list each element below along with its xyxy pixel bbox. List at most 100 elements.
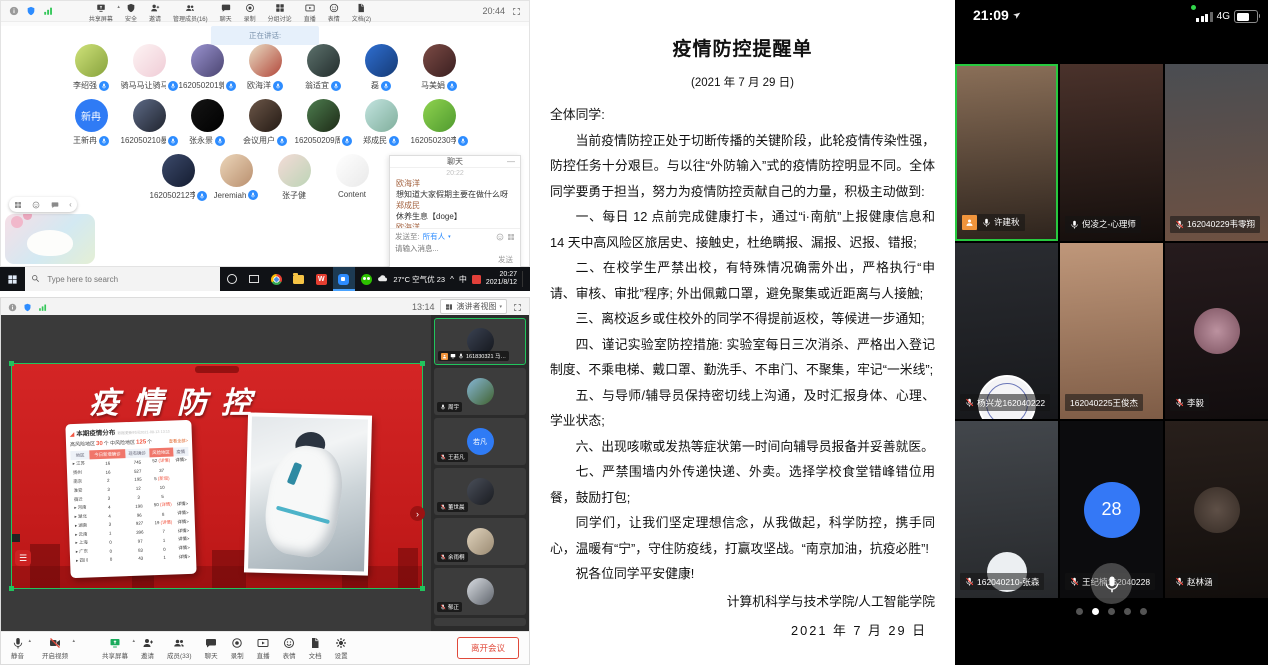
- chat-send-button[interactable]: 发送: [395, 253, 515, 267]
- participant-cell[interactable]: 162050210暴宝…: [120, 99, 178, 146]
- tray-expand-icon[interactable]: ^: [450, 275, 454, 284]
- toolbar-doc-button[interactable]: 文档(2): [352, 3, 371, 23]
- collapse-icon[interactable]: ‹: [69, 200, 72, 209]
- meeting-info-icon[interactable]: [8, 301, 17, 311]
- page-dot[interactable]: [1092, 608, 1099, 615]
- next-slide-arrow[interactable]: ›: [410, 506, 425, 521]
- toolbar-chat-button[interactable]: 聊天: [205, 637, 218, 660]
- participant-cell[interactable]: 翁适宜: [294, 44, 352, 91]
- meeting-info-icon[interactable]: [9, 6, 19, 17]
- taskbar-clock[interactable]: 20:27 2021/8/12: [486, 271, 517, 287]
- taskbar-app-wps[interactable]: W: [310, 267, 332, 291]
- taskbar-search[interactable]: [25, 267, 220, 291]
- unmute-overlay-button[interactable]: [1091, 563, 1132, 604]
- tray-app-icon[interactable]: [472, 275, 481, 284]
- emoji-icon[interactable]: [496, 232, 504, 241]
- view-mode-label: 演讲者视图: [456, 301, 496, 312]
- taskbar-app-chrome[interactable]: [265, 267, 287, 291]
- image-icon[interactable]: [507, 232, 515, 241]
- video-tile[interactable]: 162040225王俊杰: [1060, 243, 1163, 420]
- chevron-down-icon: ▾: [499, 304, 502, 310]
- participant-cell[interactable]: Jeremiah: [207, 154, 265, 201]
- live-icon: [257, 637, 269, 649]
- toolbar-record-button[interactable]: 录制: [244, 3, 256, 23]
- sidebar-participant-tile[interactable]: 董世晨: [434, 468, 526, 515]
- leave-meeting-button[interactable]: 离开会议: [457, 637, 519, 659]
- taskbar-app-meeting[interactable]: [333, 267, 355, 291]
- page-dot[interactable]: [1108, 608, 1115, 615]
- sidebar-participant-tile[interactable]: 郁正: [434, 568, 526, 615]
- video-tile[interactable]: 162040229韦零翔: [1165, 64, 1268, 241]
- weather-cloud-icon[interactable]: [377, 273, 388, 284]
- weather-text[interactable]: 27°C 空气优 23: [393, 274, 445, 285]
- page-dot[interactable]: [1076, 608, 1083, 615]
- start-button[interactable]: [0, 267, 25, 291]
- participant-cell[interactable]: Content: [323, 154, 381, 201]
- fullscreen-icon[interactable]: [513, 301, 522, 311]
- fullscreen-icon[interactable]: [512, 6, 521, 16]
- taskbar-app-wechat[interactable]: [355, 267, 377, 291]
- toolbar-share-button[interactable]: ▴共享屏幕: [102, 637, 128, 660]
- ime-indicator[interactable]: 中: [459, 274, 467, 285]
- search-input[interactable]: [45, 274, 199, 285]
- video-tile[interactable]: 许建秋: [955, 64, 1058, 241]
- chat-input[interactable]: [395, 242, 515, 253]
- participant-cell[interactable]: 162050201郭雅…: [178, 44, 236, 91]
- participant-cell[interactable]: 张子健: [265, 154, 323, 201]
- participant-cell[interactable]: 马美娟: [410, 44, 468, 91]
- toolbar-emoji-button[interactable]: 表情: [328, 3, 340, 23]
- toolbar-live-button[interactable]: 直播: [304, 3, 316, 23]
- video-tile[interactable]: 杨兴龙162040222: [955, 243, 1058, 420]
- sidebar-participant-tile[interactable]: 161830321 马…: [434, 318, 526, 365]
- toolbar-record-button[interactable]: 录制: [231, 637, 244, 660]
- toolbar-invite-button[interactable]: 邀请: [141, 637, 154, 660]
- toolbar-people-button[interactable]: 管理成员(16): [173, 3, 208, 23]
- toolbar-camoff-button[interactable]: ▴开启视频: [42, 637, 68, 660]
- taskbar-app-taskview[interactable]: [243, 267, 265, 291]
- video-tile[interactable]: 赵林涵: [1165, 421, 1268, 598]
- view-mode-button[interactable]: 演讲者视图 ▾: [440, 299, 507, 314]
- sendto-dropdown[interactable]: 所有人: [423, 231, 446, 242]
- video-tile[interactable]: 倪凌之-心理师: [1060, 64, 1163, 241]
- page-dot[interactable]: [1124, 608, 1131, 615]
- toolbar-doc-button[interactable]: 文档: [309, 637, 322, 660]
- video-tile[interactable]: 李毅: [1165, 243, 1268, 420]
- toolbar-people-button[interactable]: 成员(33): [167, 637, 192, 660]
- participant-cell[interactable]: 郑成民: [352, 99, 410, 146]
- page-dot[interactable]: [1140, 608, 1147, 615]
- sidebar-participant-tile[interactable]: 若凡王若凡: [434, 418, 526, 465]
- toolbar-chat-button[interactable]: 聊天: [220, 3, 232, 23]
- page-dots[interactable]: [955, 608, 1268, 615]
- protection-shield-icon[interactable]: [23, 301, 32, 311]
- video-tile[interactable]: 162040210-张森: [955, 421, 1058, 598]
- toolbar-emoji-button[interactable]: 表情: [283, 637, 296, 660]
- toolbar-share-button[interactable]: ▴共享屏幕: [89, 3, 113, 23]
- participant-cell[interactable]: 新冉王新冉: [62, 99, 120, 146]
- breakout-icon: [14, 201, 22, 209]
- participant-cell[interactable]: 欧海洋: [236, 44, 294, 91]
- toolbar-mic-button[interactable]: ▴静音: [11, 637, 24, 660]
- annotation-list-button[interactable]: ☰: [15, 550, 31, 566]
- toolbar-invite-button[interactable]: 邀请: [149, 3, 161, 23]
- toolbar-live-button[interactable]: 直播: [257, 637, 270, 660]
- participant-cell[interactable]: 张永景: [178, 99, 236, 146]
- toolbar-breakout-button[interactable]: 分组讨论: [268, 3, 292, 23]
- toolbar-gear-button[interactable]: 设置: [335, 637, 348, 660]
- taskbar-app-cortana[interactable]: [220, 267, 242, 291]
- participant-cell[interactable]: 磊: [352, 44, 410, 91]
- toolbar-shield-button[interactable]: 安全: [125, 3, 137, 23]
- participant-cell[interactable]: 骑马马让骑马马…: [120, 44, 178, 91]
- sidebar-participant-tile[interactable]: 周宇: [434, 368, 526, 415]
- participant-cell[interactable]: 162050212李宇…: [149, 154, 207, 201]
- ppe-worker-photo: [248, 417, 368, 572]
- record-icon: [245, 3, 255, 13]
- taskbar-app-explorer[interactable]: [288, 267, 310, 291]
- participant-cell[interactable]: 李绍强: [62, 44, 120, 91]
- participant-cell[interactable]: 会议用户: [236, 99, 294, 146]
- participant-cell[interactable]: 162050230李爽…: [410, 99, 468, 146]
- floating-reaction-bar[interactable]: ‹: [9, 197, 77, 212]
- sidebar-participant-tile[interactable]: 余雨桐: [434, 518, 526, 565]
- protection-shield-icon[interactable]: [26, 6, 36, 17]
- participant-cell[interactable]: 162050209周翌…: [294, 99, 352, 146]
- chat-minimize-icon[interactable]: —: [507, 157, 515, 166]
